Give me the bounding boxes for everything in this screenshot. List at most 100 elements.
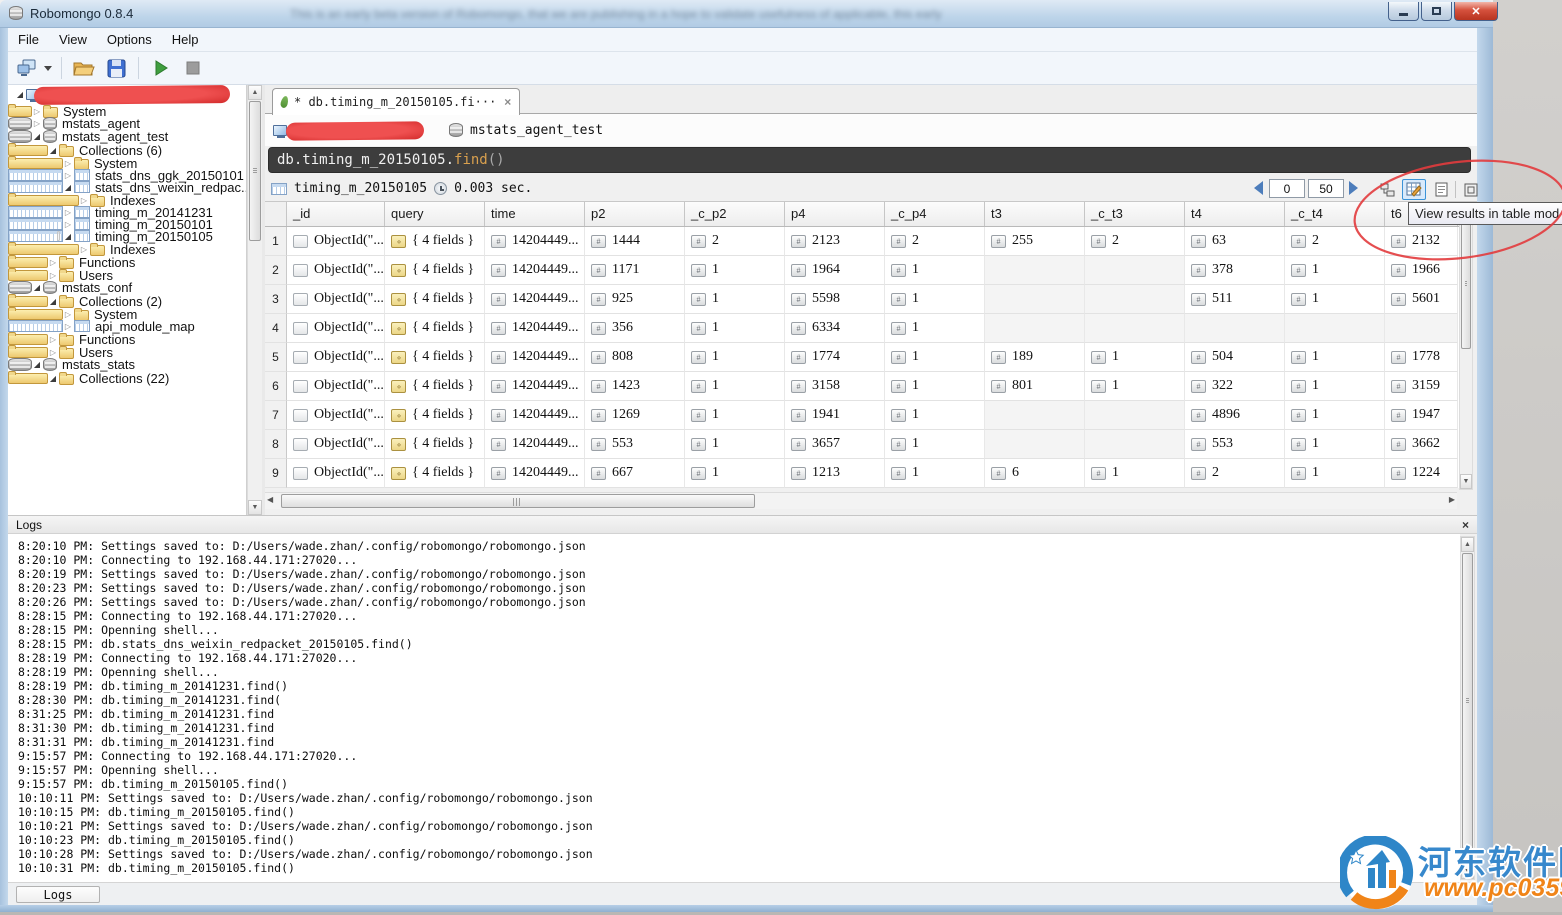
cell-t6[interactable]: 5601: [1385, 285, 1458, 314]
horizontal-scrollbar-thumb[interactable]: [281, 494, 755, 508]
tree-item[interactable]: stats_dns_ggk_20150101: [8, 169, 63, 181]
close-button[interactable]: ✕: [1454, 2, 1498, 21]
scroll-down-icon[interactable]: ▼: [248, 500, 262, 515]
menu-item[interactable]: View: [49, 29, 97, 50]
cell-t6[interactable]: 1224: [1385, 459, 1458, 488]
table-row[interactable]: 3 ObjectId("... { 4 fields } 14204449...…: [265, 285, 1459, 314]
tab-close-icon[interactable]: ×: [504, 95, 511, 109]
expand-arrow-icon[interactable]: [31, 132, 43, 141]
cell-query[interactable]: { 4 fields }: [385, 285, 485, 314]
tree-item[interactable]: Functions: [8, 257, 48, 268]
tree-item[interactable]: mstats_agent: [8, 117, 32, 130]
tab-query-result[interactable]: * db.timing_m_20150105.fi··· ×: [272, 88, 520, 115]
batch-size-input[interactable]: 50: [1308, 179, 1344, 198]
logs-toggle-button[interactable]: Logs: [16, 886, 100, 903]
cell-time[interactable]: 14204449...: [485, 401, 585, 430]
skip-input[interactable]: 0: [1269, 179, 1305, 198]
cell-p2[interactable]: 667: [585, 459, 685, 488]
tree-item[interactable]: Collections (2): [8, 296, 48, 307]
cell-time[interactable]: 14204449...: [485, 285, 585, 314]
expand-arrow-icon[interactable]: [47, 297, 59, 306]
table-row[interactable]: 2 ObjectId("... { 4 fields } 14204449...…: [265, 256, 1459, 285]
expand-arrow-icon[interactable]: [78, 196, 90, 205]
cell-ct4[interactable]: [1285, 314, 1385, 343]
cell-p2[interactable]: 356: [585, 314, 685, 343]
tree-scrollbar[interactable]: ▲ ▼: [247, 85, 262, 515]
cell-time[interactable]: 14204449...: [485, 459, 585, 488]
cell-cp2[interactable]: 2: [685, 227, 785, 256]
cell-cp2[interactable]: 1: [685, 285, 785, 314]
minimize-button[interactable]: [1388, 2, 1419, 21]
cell-cp2[interactable]: 1: [685, 343, 785, 372]
cell-t6[interactable]: [1385, 314, 1458, 343]
cell-cp2[interactable]: 1: [685, 256, 785, 285]
cell-cp4[interactable]: 1: [885, 314, 985, 343]
logs-scrollbar[interactable]: ▲ ▼: [1460, 536, 1475, 880]
cell-t4[interactable]: 511: [1185, 285, 1285, 314]
cell-t4[interactable]: 322: [1185, 372, 1285, 401]
scroll-down-icon[interactable]: ▼: [1460, 474, 1472, 489]
column-header[interactable]: _c_t3: [1085, 202, 1185, 226]
tree-item[interactable]: Users: [8, 347, 48, 358]
tree-item[interactable]: mstats_conf: [8, 281, 32, 294]
expand-arrow-icon[interactable]: [31, 107, 43, 116]
column-header[interactable]: time: [485, 202, 585, 226]
cell-t3[interactable]: [985, 430, 1085, 459]
save-button[interactable]: [103, 55, 129, 81]
expand-arrow-icon[interactable]: [31, 283, 43, 292]
cell-cp4[interactable]: 1: [885, 343, 985, 372]
expand-arrow-icon[interactable]: [62, 159, 74, 168]
tree-item[interactable]: timing_m_20150101: [8, 218, 63, 230]
cell-p2[interactable]: 553: [585, 430, 685, 459]
tree-item[interactable]: mstats_stats: [8, 358, 32, 371]
expand-arrow-icon[interactable]: [62, 220, 74, 229]
table-row[interactable]: 9 ObjectId("... { 4 fields } 14204449...…: [265, 459, 1459, 488]
tree-item[interactable]: Users: [8, 270, 48, 281]
cell-p4[interactable]: 1213: [785, 459, 885, 488]
expand-arrow-icon[interactable]: [47, 335, 59, 344]
cell-p4[interactable]: 1941: [785, 401, 885, 430]
cell-p4[interactable]: 5598: [785, 285, 885, 314]
run-button[interactable]: [148, 55, 174, 81]
cell-query[interactable]: { 4 fields }: [385, 372, 485, 401]
expand-arrow-icon[interactable]: [62, 322, 74, 331]
tree-item[interactable]: Functions: [8, 334, 48, 345]
cell-id[interactable]: ObjectId("...: [287, 227, 385, 256]
cell-ct3[interactable]: [1085, 430, 1185, 459]
table-row[interactable]: 5 ObjectId("... { 4 fields } 14204449...…: [265, 343, 1459, 372]
column-header[interactable]: t3: [985, 202, 1085, 226]
tree-item[interactable]: Indexes: [8, 244, 79, 255]
column-header[interactable]: t4: [1185, 202, 1285, 226]
cell-id[interactable]: ObjectId("...: [287, 401, 385, 430]
cell-t3[interactable]: [985, 314, 1085, 343]
cell-t3[interactable]: [985, 285, 1085, 314]
cell-cp4[interactable]: 1: [885, 372, 985, 401]
cell-id[interactable]: ObjectId("...: [287, 256, 385, 285]
cell-query[interactable]: { 4 fields }: [385, 343, 485, 372]
cell-query[interactable]: { 4 fields }: [385, 314, 485, 343]
cell-query[interactable]: { 4 fields }: [385, 459, 485, 488]
cell-query[interactable]: { 4 fields }: [385, 256, 485, 285]
cell-cp2[interactable]: 1: [685, 372, 785, 401]
expand-arrow-icon[interactable]: [47, 258, 59, 267]
cell-ct3[interactable]: 1: [1085, 372, 1185, 401]
expand-arrow-icon[interactable]: [31, 360, 43, 369]
cell-query[interactable]: { 4 fields }: [385, 401, 485, 430]
cell-p2[interactable]: 1444: [585, 227, 685, 256]
tree-item[interactable]: Indexes: [8, 195, 79, 206]
expand-arrow-icon[interactable]: [62, 310, 74, 319]
scroll-right-icon[interactable]: ▶: [1449, 495, 1455, 504]
expand-arrow-icon[interactable]: [62, 183, 74, 192]
cell-id[interactable]: ObjectId("...: [287, 343, 385, 372]
tree-item[interactable]: System: [8, 309, 63, 320]
table-row[interactable]: 6 ObjectId("... { 4 fields } 14204449...…: [265, 372, 1459, 401]
cell-time[interactable]: 14204449...: [485, 372, 585, 401]
scroll-left-icon[interactable]: ◀: [267, 495, 273, 504]
tree-item[interactable]: mstats_agent_test: [8, 130, 32, 143]
cell-t4[interactable]: 4896: [1185, 401, 1285, 430]
menu-item[interactable]: Help: [162, 29, 209, 50]
cell-cp4[interactable]: 1: [885, 401, 985, 430]
tree-item[interactable]: api_module_map: [8, 320, 63, 332]
expand-arrow-icon[interactable]: [62, 208, 74, 217]
logs-close-icon[interactable]: ×: [1462, 518, 1469, 532]
